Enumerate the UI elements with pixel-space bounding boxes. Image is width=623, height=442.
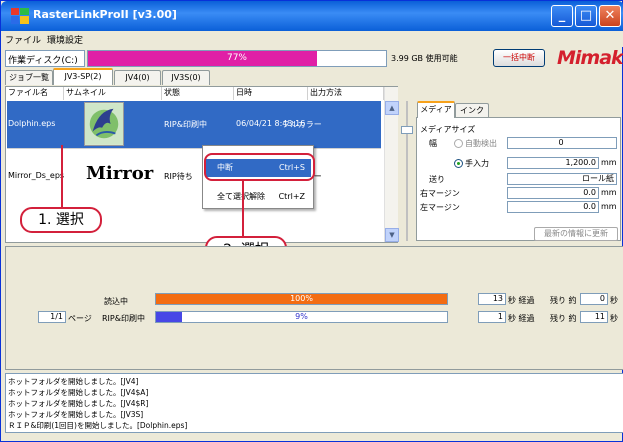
callout-line <box>242 181 244 236</box>
disk-usage-bar: 77% <box>87 50 387 67</box>
log-line: ＲＩＰ&印刷(1回目)を開始しました。[Dolphin.eps] <box>8 421 188 430</box>
loading-progress-bar: 100% <box>155 293 448 305</box>
menu-item-deselect-all[interactable]: 全て選択解除 Ctrl+Z <box>205 188 311 206</box>
log-line: ホットフォルダを開始しました。[JV4] <box>8 377 139 386</box>
tab-jv3-sp[interactable]: JV3-SP(2) <box>53 68 113 85</box>
panel-splitter[interactable] <box>401 101 413 241</box>
media-size-label: メディアサイズ <box>420 125 476 134</box>
mirror-thumbnail: Mirror <box>86 163 154 184</box>
job-filename: Dolphin.eps <box>8 119 56 128</box>
message-log[interactable]: ホットフォルダを開始しました。[JV4] ホットフォルダを開始しました。[JV4… <box>5 373 623 433</box>
column-header-thumbnail[interactable]: サムネイル <box>64 87 162 100</box>
column-header-status[interactable]: 状態 <box>162 87 234 100</box>
auto-detect-label: 自動検出 <box>465 139 497 148</box>
title-bar[interactable]: RasterLinkProII [v3.00] _ □ ✕ <box>1 1 623 31</box>
manual-input-label: 手入力 <box>465 159 489 168</box>
seconds-label: 秒 <box>610 314 618 323</box>
window-title: RasterLinkProII [v3.00] <box>33 8 177 21</box>
mimaki-logo: Mimaki <box>557 47 623 69</box>
close-button[interactable]: ✕ <box>599 5 621 27</box>
feed-select[interactable]: ロール紙 <box>507 173 617 185</box>
app-icon <box>11 8 29 24</box>
callout-select-1: 1. 選択 <box>20 207 102 233</box>
unit-label: mm <box>601 202 617 211</box>
rip-elapsed: 1 <box>478 311 506 323</box>
manual-input-radio[interactable] <box>454 159 463 168</box>
highlight-ring <box>204 153 315 181</box>
bulk-stop-button[interactable]: 一括中断 <box>493 49 545 67</box>
progress-label-loading: 読込中 <box>104 297 128 306</box>
remaining-label: 残り 約 <box>550 314 577 323</box>
media-settings-panel: メディアサイズ 幅 自動検出 0 手入力 1,200.0 mm 送り ロール紙 … <box>416 117 621 241</box>
scroll-down-button[interactable]: ▼ <box>385 228 399 242</box>
elapsed-label: 秒 経過 <box>508 314 535 323</box>
remaining-label: 残り 約 <box>550 296 577 305</box>
loading-elapsed: 13 <box>478 293 506 305</box>
tab-ink[interactable]: インク <box>455 103 489 118</box>
job-output: フルカラー <box>282 120 322 129</box>
left-margin-field[interactable]: 0.0 <box>507 201 599 213</box>
page-label: ページ <box>68 314 92 323</box>
progress-label-rip: RIP&印刷中 <box>102 314 145 323</box>
loading-remaining: 0 <box>580 293 608 305</box>
callout-line <box>61 145 63 207</box>
scroll-up-button[interactable]: ▲ <box>385 101 399 115</box>
maximize-button[interactable]: □ <box>575 5 597 27</box>
refresh-button[interactable]: 最新の情報に更新 <box>534 227 618 241</box>
dolphin-thumbnail <box>84 102 124 146</box>
manual-width-field[interactable]: 1,200.0 <box>507 157 599 169</box>
tab-jv4[interactable]: JV4(0) <box>114 70 161 85</box>
tab-jv3s[interactable]: JV3S(0) <box>162 70 210 85</box>
status-panel: 読込中 100% 13 秒 経過 残り 約 0 秒 1/1 ページ RIP&印刷… <box>5 246 623 370</box>
feed-label: 送り <box>429 175 445 184</box>
log-line: ホットフォルダを開始しました。[JV3S] <box>8 410 144 419</box>
rip-remaining: 11 <box>580 311 608 323</box>
column-header-output[interactable]: 出力方法 <box>308 87 384 100</box>
log-line: ホットフォルダを開始しました。[JV4$A] <box>8 388 149 397</box>
width-label: 幅 <box>429 139 437 148</box>
unit-label: mm <box>601 188 617 197</box>
menu-file[interactable]: ファイル <box>5 33 41 46</box>
disk-free-space: 3.99 GB 使用可能 <box>391 54 458 63</box>
seconds-label: 秒 <box>610 296 618 305</box>
auto-width-field: 0 <box>507 137 617 149</box>
tab-job-list[interactable]: ジョブ一覧 <box>5 70 53 85</box>
loading-progress-percent: 100% <box>290 294 313 303</box>
disk-usage-percent: 77% <box>226 53 247 63</box>
work-disk-label: 作業ディスク(C:) <box>5 50 85 67</box>
row-divider <box>7 148 381 149</box>
job-filename: Mirror_Ds_eps <box>8 171 65 180</box>
job-status: RIP待ち <box>164 172 193 181</box>
unit-label: mm <box>601 158 617 167</box>
job-status: RIP&印刷中 <box>164 120 207 129</box>
column-header-datetime[interactable]: 日時 <box>234 87 308 100</box>
log-line: ホットフォルダを開始しました。[JV4$R] <box>8 399 149 408</box>
main-window: RasterLinkProII [v3.00] _ □ ✕ ファイル 環境設定 … <box>0 0 623 442</box>
right-margin-field[interactable]: 0.0 <box>507 187 599 199</box>
menu-settings[interactable]: 環境設定 <box>47 33 83 46</box>
menu-bar: ファイル 環境設定 <box>1 31 623 47</box>
right-margin-label: 右マージン <box>420 189 460 198</box>
left-margin-label: 左マージン <box>420 203 460 212</box>
elapsed-label: 秒 経過 <box>508 296 535 305</box>
auto-detect-radio[interactable] <box>454 139 463 148</box>
rip-progress-bar: 9% <box>155 311 448 323</box>
tab-media[interactable]: メディア <box>417 101 455 118</box>
column-header-filename[interactable]: ファイル名 <box>6 87 64 100</box>
job-list-scrollbar[interactable]: ▲ ▼ <box>384 87 399 242</box>
page-counter: 1/1 <box>38 311 66 323</box>
minimize-button[interactable]: _ <box>551 5 573 27</box>
rip-progress-percent: 9% <box>295 312 308 321</box>
